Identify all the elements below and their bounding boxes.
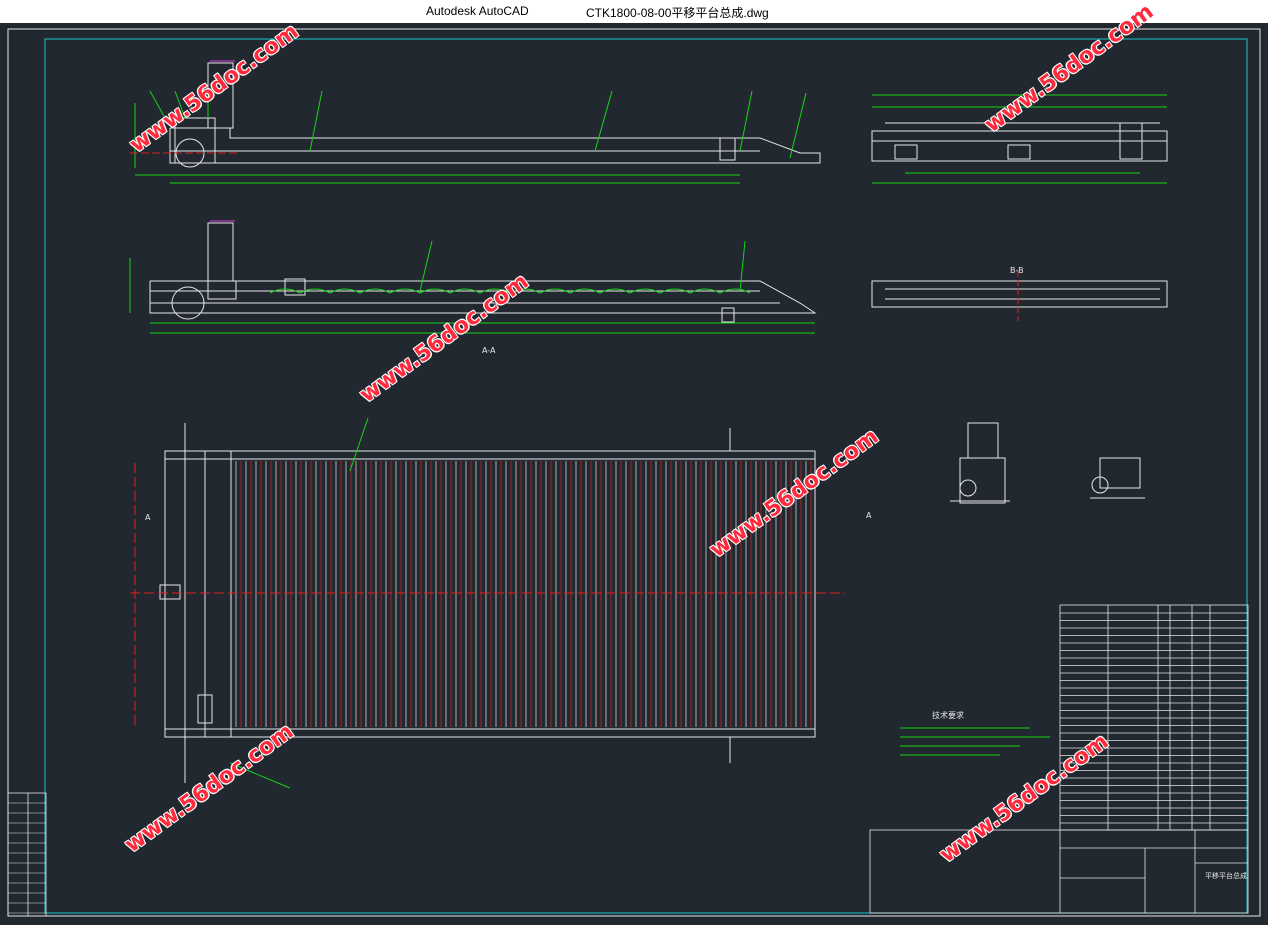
front-elevation-dimensions — [134, 90, 807, 184]
drawing-canvas[interactable]: A-A B-B A A 技术要求 平移平台总成 www.56doc.com ww… — [0, 0, 1268, 920]
front-elevation-view — [169, 62, 821, 168]
view-mark-a-left: A — [145, 513, 151, 522]
tech-req-lines — [900, 727, 1050, 756]
detail-view-1 — [950, 422, 1010, 504]
end-view — [871, 122, 1168, 162]
left-revision-block — [7, 792, 47, 917]
section-bb-label: B-B — [1010, 266, 1024, 275]
app-title: Autodesk AutoCAD — [426, 4, 529, 18]
title-block-name: 平移平台总成 — [1205, 871, 1247, 880]
section-bb-view — [871, 280, 1168, 308]
title-block — [869, 829, 1249, 914]
plan-slats — [235, 461, 812, 727]
file-title: CTK1800-08-00平移平台总成.dwg — [586, 6, 769, 20]
section-aa-label: A-A — [482, 346, 496, 355]
plan-view — [159, 423, 816, 783]
title-bar: Autodesk AutoCAD CTK1800-08-00平移平台总成.dwg — [0, 0, 1268, 23]
detail-view-2 — [1090, 457, 1145, 499]
view-mark-a-right: A — [866, 511, 872, 520]
tech-req-title: 技术要求 — [932, 710, 964, 720]
parts-list-table — [1059, 604, 1249, 831]
